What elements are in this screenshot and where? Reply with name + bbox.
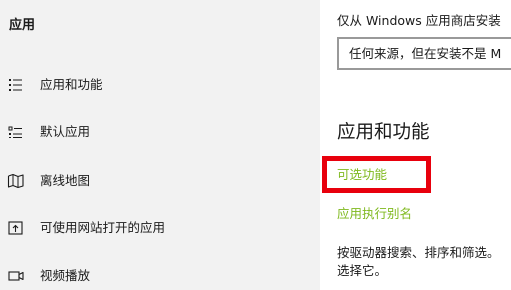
- sidebar-title: 应用: [9, 18, 36, 33]
- sidebar-item-video-playback[interactable]: 视频播放: [0, 261, 320, 290]
- description-line: 按驱动器搜索、排序和筛选。: [337, 245, 500, 260]
- optional-features-link[interactable]: 可选功能: [337, 166, 387, 184]
- sidebar-item-label: 默认应用: [40, 124, 91, 139]
- install-source-value: 任何来源，但在安装不是 M: [349, 46, 502, 61]
- list-icon: [9, 79, 22, 91]
- settings-window: 应用 应用和功能 默认应用 离线地图 可使用网站打开的应用 视频播放 仅从 Wi…: [0, 0, 511, 290]
- sidebar-item-label: 可使用网站打开的应用: [40, 220, 166, 235]
- description-line: 选择它。: [337, 263, 388, 278]
- sidebar-item-label: 视频播放: [40, 268, 91, 283]
- sidebar-item-label: 应用和功能: [40, 77, 103, 92]
- sidebar-item-default-apps[interactable]: 默认应用: [0, 117, 320, 147]
- install-source-dropdown[interactable]: 任何来源，但在安装不是 M: [337, 37, 511, 70]
- open-website-icon: [8, 221, 23, 235]
- section-heading: 应用和功能: [337, 122, 430, 143]
- sidebar-item-apps-for-websites[interactable]: 可使用网站打开的应用: [0, 213, 320, 243]
- sidebar-item-label: 离线地图: [40, 173, 91, 188]
- description-text: 按驱动器搜索、排序和筛选。 选择它。: [337, 244, 511, 280]
- map-icon: [7, 173, 24, 189]
- main-content: 仅从 Windows 应用商店安装 任何来源，但在安装不是 M 应用和功能 可选…: [320, 0, 511, 290]
- sidebar-item-offline-maps[interactable]: 离线地图: [0, 166, 320, 196]
- sidebar: 应用 应用和功能 默认应用 离线地图 可使用网站打开的应用 视频播放: [0, 0, 320, 290]
- video-icon: [8, 271, 24, 281]
- app-execution-alias-link[interactable]: 应用执行别名: [337, 205, 412, 223]
- default-apps-icon: [8, 126, 22, 138]
- install-source-label: 仅从 Windows 应用商店安装: [337, 13, 501, 28]
- sidebar-item-apps-features[interactable]: 应用和功能: [0, 70, 320, 100]
